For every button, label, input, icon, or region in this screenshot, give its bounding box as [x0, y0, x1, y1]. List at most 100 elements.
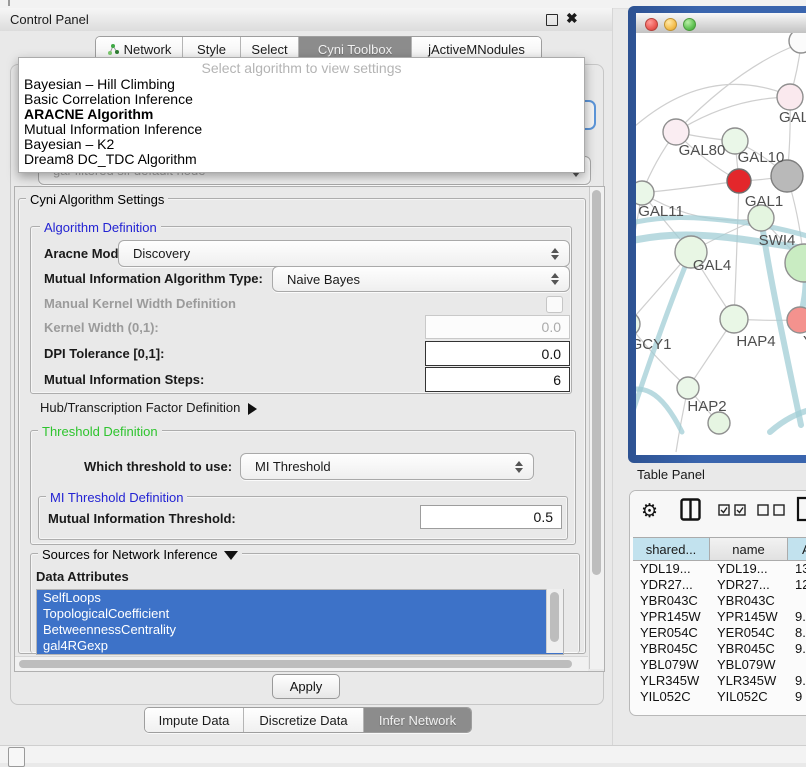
- node-label-hap4: HAP4: [736, 333, 775, 350]
- cell: 13: [788, 561, 806, 577]
- which-threshold-combobox[interactable]: MI Threshold: [240, 453, 534, 480]
- sources-label: Sources for Network Inference: [42, 547, 218, 562]
- table-row[interactable]: YBL079W YBL079W: [633, 657, 806, 673]
- mi-threshold-definition-label: MI Threshold Definition: [46, 490, 187, 505]
- cell: YDL19...: [710, 561, 788, 577]
- table-row[interactable]: YBR045C YBR045C 9.: [633, 641, 806, 657]
- mi-threshold-value: 0.5: [534, 509, 561, 525]
- column-header-name[interactable]: name: [710, 538, 788, 560]
- minimize-traffic-light-icon[interactable]: [664, 18, 677, 31]
- dpi-tolerance-field[interactable]: 0.0: [425, 341, 570, 366]
- popup-item-bayesian-k2[interactable]: Bayesian – K2: [19, 137, 584, 152]
- cell: YDL19...: [633, 561, 710, 577]
- table-row[interactable]: YER054C YER054C 8.: [633, 625, 806, 641]
- settings-vertical-scrollbar[interactable]: [589, 187, 604, 669]
- checked-checkboxes-icon[interactable]: [718, 504, 748, 516]
- tab-impute-data[interactable]: Impute Data: [145, 708, 244, 732]
- collapsed-arrow-icon: [248, 403, 257, 415]
- node-bottom[interactable]: [708, 412, 730, 434]
- table-panel-title: Table Panel: [637, 467, 705, 482]
- network-graph: GAL80 GAL10 GAL1 GAL11 SWI4 GAL4 GCY1 HA…: [636, 33, 806, 455]
- list-item-topologicalcoefficient[interactable]: TopologicalCoefficient: [37, 606, 563, 622]
- list-item-selfloops[interactable]: SelfLoops: [37, 590, 563, 606]
- node-label-gal4: GAL4: [693, 257, 731, 274]
- sources-toggle[interactable]: Sources for Network Inference: [38, 547, 242, 562]
- node-hap4[interactable]: [720, 305, 748, 333]
- table-panel: ⚙ shared... name A YDL19... YDL19..: [629, 490, 806, 716]
- panel-divider: [612, 8, 613, 745]
- mi-algorithm-type-combobox[interactable]: Naive Bayes: [272, 266, 570, 292]
- popup-item-bayesian-hill-climbing[interactable]: Bayesian – Hill Climbing: [19, 77, 584, 92]
- tab-discretize-data[interactable]: Discretize Data: [244, 708, 364, 732]
- attributes-list-scrollbar[interactable]: [546, 589, 563, 653]
- table-row[interactable]: YPR145W YPR145W 9.: [633, 609, 806, 625]
- node-label-gal80: GAL80: [679, 142, 726, 159]
- cell: YBR043C: [710, 593, 788, 609]
- table-row[interactable]: YBR043C YBR043C: [633, 593, 806, 609]
- popup-item-aracne[interactable]: ARACNE Algorithm: [19, 107, 584, 122]
- which-threshold-label: Which threshold to use:: [84, 459, 232, 474]
- node-label-gal11: GAL11: [638, 203, 684, 220]
- list-item-betweennesscentrality[interactable]: BetweennessCentrality: [37, 622, 563, 638]
- popup-item-basic-correlation[interactable]: Basic Correlation Inference: [19, 92, 584, 107]
- apply-button-label: Apply: [290, 679, 323, 694]
- node-salmon[interactable]: [787, 307, 806, 333]
- gear-icon[interactable]: ⚙: [641, 500, 658, 522]
- manual-kernel-checkbox[interactable]: [546, 296, 563, 313]
- cell: YBL079W: [710, 657, 788, 673]
- tab-discretize-data-label: Discretize Data: [259, 713, 347, 728]
- mi-threshold-field[interactable]: 0.5: [420, 505, 562, 529]
- cell: [788, 657, 806, 673]
- split-columns-icon[interactable]: [680, 498, 701, 521]
- tab-infer-network[interactable]: Infer Network: [364, 708, 471, 732]
- node-gal11[interactable]: [636, 181, 654, 205]
- table-toolbar: ⚙: [630, 491, 806, 537]
- aracne-mode-combobox[interactable]: Discovery: [118, 240, 570, 267]
- popup-header: Select algorithm to view settings: [19, 58, 584, 77]
- hub-section-label: Hub/Transcription Factor Definition: [40, 400, 240, 415]
- settings-horizontal-scrollbar[interactable]: [15, 656, 588, 671]
- node-unlabeled[interactable]: [789, 33, 806, 53]
- node-gcy1[interactable]: [636, 312, 640, 336]
- table-row[interactable]: YIL052C YIL052C 9: [633, 689, 806, 701]
- column-header-shared-name[interactable]: shared...: [633, 538, 710, 560]
- popup-item-dream8[interactable]: Dream8 DC_TDC Algorithm: [19, 152, 584, 167]
- cell: YIL052C: [633, 689, 710, 701]
- unchecked-checkboxes-icon[interactable]: [757, 504, 787, 516]
- algorithm-definition-label: Algorithm Definition: [40, 220, 161, 235]
- table-row[interactable]: YDR27... YDR27... 12: [633, 577, 806, 593]
- node-gal-partial[interactable]: [777, 84, 803, 110]
- combo-stepper-icon: [551, 248, 559, 260]
- tab-network-label: Network: [124, 42, 172, 57]
- kernel-width-field[interactable]: 0.0: [425, 315, 570, 339]
- cell: YDR27...: [710, 577, 788, 593]
- node-label-gal10: GAL10: [738, 149, 785, 166]
- node-label-gal1: GAL1: [745, 193, 783, 210]
- column-header-partial[interactable]: A: [788, 538, 806, 560]
- zoom-traffic-light-icon[interactable]: [683, 18, 696, 31]
- cell: YLR345W: [633, 673, 710, 689]
- popup-item-mutual-information[interactable]: Mutual Information Inference: [19, 122, 584, 137]
- network-window-titlebar[interactable]: [636, 13, 806, 34]
- combo-stepper-icon: [515, 461, 523, 473]
- node-gal1[interactable]: [727, 169, 751, 193]
- hub-section-toggle[interactable]: Hub/Transcription Factor Definition: [40, 400, 257, 415]
- mi-steps-field[interactable]: 6: [425, 367, 570, 392]
- table-row[interactable]: YDL19... YDL19... 13: [633, 561, 806, 577]
- close-icon[interactable]: ✖: [566, 10, 578, 27]
- cell: YER054C: [633, 625, 710, 641]
- cell: 9.: [788, 641, 806, 657]
- mi-algorithm-type-label: Mutual Information Algorithm Type:: [44, 271, 263, 286]
- manual-kernel-label: Manual Kernel Width Definition: [44, 296, 236, 311]
- apply-button[interactable]: Apply: [272, 674, 340, 699]
- mi-steps-label: Mutual Information Steps:: [44, 372, 204, 387]
- list-item-gal4rgexp[interactable]: gal4RGexp: [37, 638, 563, 654]
- document-icon[interactable]: [796, 496, 806, 522]
- table-row[interactable]: YLR345W YLR345W 9.: [633, 673, 806, 689]
- cell: YLR345W: [710, 673, 788, 689]
- node-hap2[interactable]: [677, 377, 699, 399]
- close-traffic-light-icon[interactable]: [645, 18, 658, 31]
- network-canvas[interactable]: GAL80 GAL10 GAL1 GAL11 SWI4 GAL4 GCY1 HA…: [636, 33, 806, 455]
- float-window-icon[interactable]: [546, 14, 558, 26]
- bottom-left-window-icon[interactable]: [8, 747, 25, 767]
